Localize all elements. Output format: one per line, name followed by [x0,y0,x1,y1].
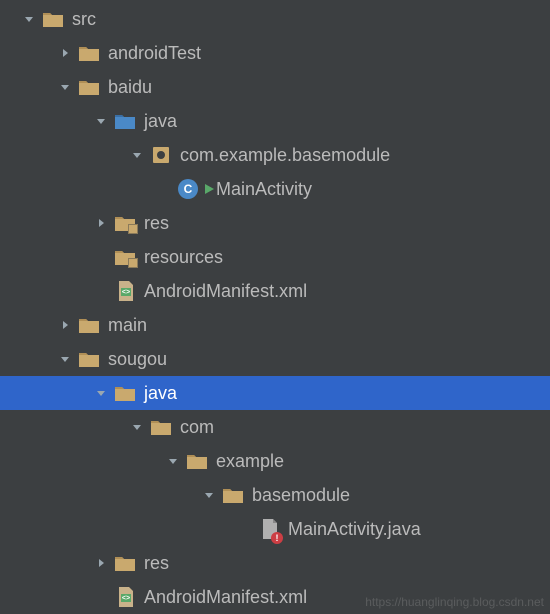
folder-icon [78,314,100,336]
folder-icon [114,382,136,404]
tree-item-label: MainActivity.java [288,519,421,540]
tree-row[interactable]: res [0,546,550,580]
arrow-placeholder [92,588,110,606]
arrow-placeholder [92,248,110,266]
file-error-icon: ! [258,518,280,540]
tree-row[interactable]: example [0,444,550,478]
tree-row[interactable]: resources [0,240,550,274]
tree-row[interactable]: main [0,308,550,342]
folder-res-icon [114,246,136,268]
chevron-right-icon[interactable] [92,214,110,232]
folder-icon [78,42,100,64]
tree-row[interactable]: src [0,2,550,36]
tree-row[interactable]: C MainActivity [0,172,550,206]
xml-icon: <> [114,586,136,608]
svg-text:<>: <> [122,595,130,602]
tree-row[interactable]: com.example.basemodule [0,138,550,172]
chevron-down-icon[interactable] [92,384,110,402]
svg-text:<>: <> [122,289,130,296]
tree-item-label: src [72,9,96,30]
chevron-down-icon[interactable] [56,78,74,96]
folder-icon [78,76,100,98]
tree-item-label: AndroidManifest.xml [144,587,307,608]
tree-row[interactable]: ! MainActivity.java [0,512,550,546]
folder-icon [222,484,244,506]
tree-item-label: basemodule [252,485,350,506]
tree-item-label: java [144,383,177,404]
arrow-placeholder [236,520,254,538]
chevron-right-icon[interactable] [56,44,74,62]
chevron-down-icon[interactable] [128,146,146,164]
folder-icon [186,450,208,472]
tree-row[interactable]: <> AndroidManifest.xml [0,274,550,308]
tree-item-label: res [144,213,169,234]
chevron-right-icon[interactable] [56,316,74,334]
tree-item-label: com [180,417,214,438]
chevron-right-icon[interactable] [92,554,110,572]
tree-item-label: AndroidManifest.xml [144,281,307,302]
tree-item-label: res [144,553,169,574]
folder-icon [150,416,172,438]
tree-item-label: baidu [108,77,152,98]
tree-item-label: resources [144,247,223,268]
chevron-down-icon[interactable] [164,452,182,470]
tree-item-label: sougou [108,349,167,370]
tree-item-label: java [144,111,177,132]
tree-row[interactable]: sougou [0,342,550,376]
tree-item-label: androidTest [108,43,201,64]
chevron-down-icon[interactable] [128,418,146,436]
class-run-icon: C [186,178,208,200]
folder-res-icon [114,212,136,234]
tree-item-label: com.example.basemodule [180,145,390,166]
tree-row[interactable]: res [0,206,550,240]
folder-icon [42,8,64,30]
tree-row[interactable]: java [0,104,550,138]
watermark: https://huanglinqing.blog.csdn.net [365,595,544,609]
package-icon [150,144,172,166]
tree-item-label: example [216,451,284,472]
chevron-down-icon[interactable] [92,112,110,130]
chevron-down-icon[interactable] [200,486,218,504]
xml-icon: <> [114,280,136,302]
tree-row[interactable]: basemodule [0,478,550,512]
arrow-placeholder [92,282,110,300]
chevron-down-icon[interactable] [20,10,38,28]
tree-row[interactable]: java [0,376,550,410]
tree-row[interactable]: com [0,410,550,444]
tree-item-label: main [108,315,147,336]
tree-row[interactable]: androidTest [0,36,550,70]
chevron-down-icon[interactable] [56,350,74,368]
project-tree: src androidTest baidu java com.example.b… [0,0,550,614]
tree-row[interactable]: baidu [0,70,550,104]
folder-icon [78,348,100,370]
folder-icon [114,552,136,574]
tree-item-label: MainActivity [216,179,312,200]
folder-src-icon [114,110,136,132]
